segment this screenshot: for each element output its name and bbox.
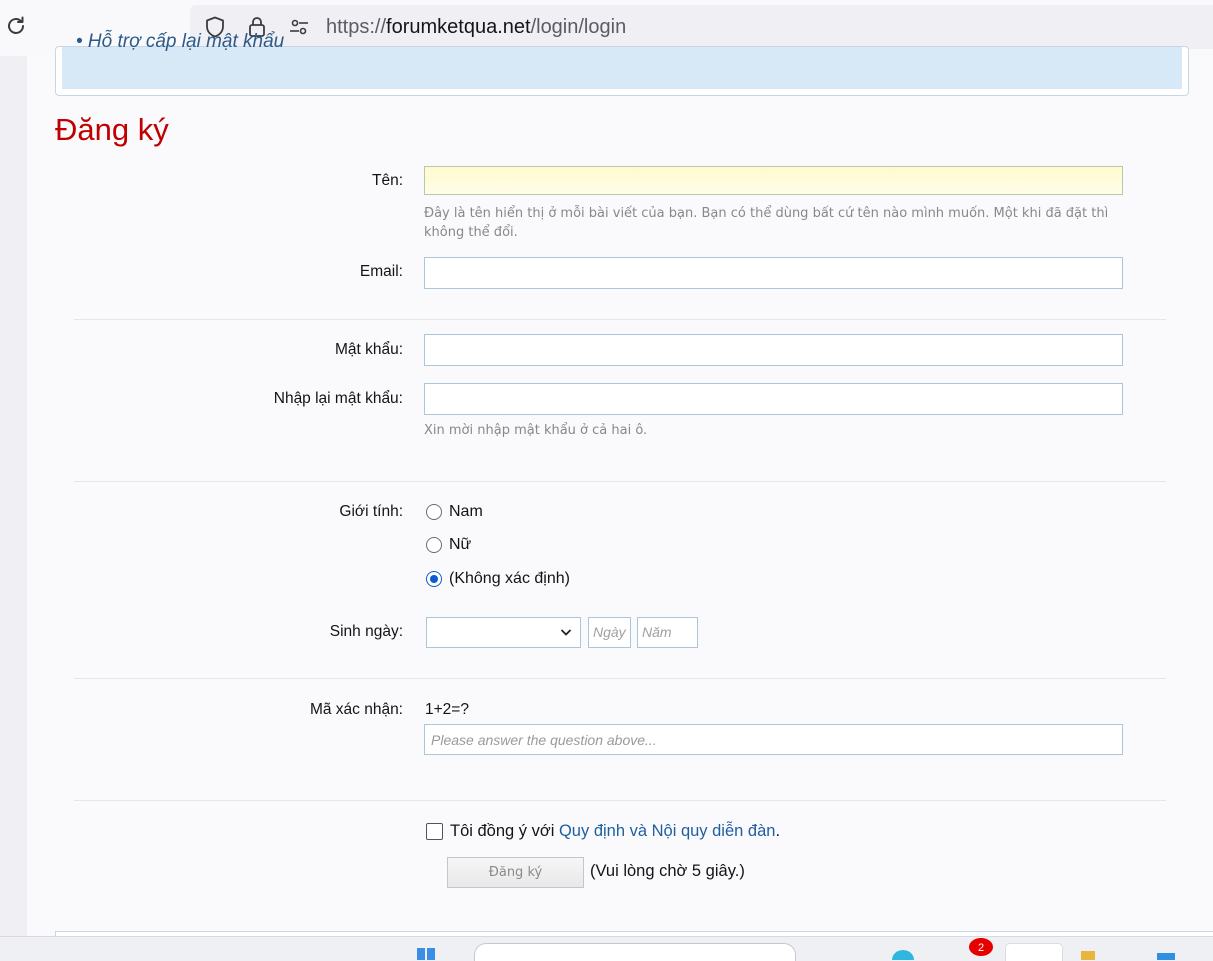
dob-day-input[interactable]: Ngày xyxy=(588,617,631,648)
gender-option-female[interactable]: Nữ xyxy=(426,534,471,556)
divider xyxy=(74,481,1166,482)
chevron-down-icon xyxy=(560,629,572,636)
rules-link[interactable]: Quy định và Nội quy diễn đàn xyxy=(559,822,775,841)
gender-option-label: Nam xyxy=(449,503,483,520)
name-input[interactable] xyxy=(424,166,1123,195)
agree-checkbox[interactable] xyxy=(426,823,443,840)
folder-icon[interactable] xyxy=(1080,943,1096,960)
radio-male[interactable] xyxy=(426,504,442,520)
wait-notice: (Vui lòng chờ 5 giây.) xyxy=(590,862,745,880)
password-confirm-label: Nhập lại mật khẩu: xyxy=(273,390,403,407)
name-hint: Đây là tên hiển thị ở mỗi bài viết của b… xyxy=(424,206,1109,240)
gender-option-label: (Không xác định) xyxy=(449,570,570,587)
page-viewport: • Hỗ trợ cấp lại mật khẩu Đăng ký Tên: Đ… xyxy=(0,31,1213,938)
dob-month-select[interactable] xyxy=(426,617,581,648)
url-path: /login/login xyxy=(530,16,627,38)
email-label: Email: xyxy=(359,263,403,280)
start-icon[interactable] xyxy=(416,943,436,960)
agree-suffix: . xyxy=(775,822,781,840)
permissions-icon[interactable] xyxy=(287,15,311,39)
store-icon[interactable] xyxy=(1155,943,1177,960)
dob-label: Sinh ngày: xyxy=(329,623,403,640)
agree-prefix: Tôi đồng ý với xyxy=(450,822,555,840)
captcha-input[interactable] xyxy=(424,724,1123,755)
gender-label: Giới tính: xyxy=(339,503,403,520)
gender-option-male[interactable]: Nam xyxy=(426,501,483,523)
captcha-label: Mã xác nhận: xyxy=(309,701,403,718)
password-hint: Xin mời nhập mật khẩu ở cả hai ô. xyxy=(424,423,648,438)
captcha-question: 1+2=? xyxy=(425,701,469,718)
edge-icon[interactable] xyxy=(890,943,916,960)
address-bar[interactable]: https://forumketqua.net/login/login xyxy=(190,5,1213,49)
name-label: Tên: xyxy=(371,172,403,189)
main-content: • Hỗ trợ cấp lại mật khẩu Đăng ký Tên: Đ… xyxy=(27,31,1213,938)
divider xyxy=(74,319,1166,320)
register-button[interactable]: Đăng ký xyxy=(447,857,584,888)
taskbar: 2 xyxy=(0,936,1213,961)
password-confirm-input[interactable] xyxy=(424,383,1123,415)
url-text[interactable]: https://forumketqua.net/login/login xyxy=(326,16,626,39)
taskbar-app-active[interactable] xyxy=(1005,943,1063,961)
password-label: Mật khẩu: xyxy=(334,341,403,358)
divider xyxy=(74,800,1166,801)
reload-icon[interactable] xyxy=(4,14,28,38)
gender-option-unspecified[interactable]: (Không xác định) xyxy=(426,568,570,590)
email-input[interactable] xyxy=(424,257,1123,289)
password-recovery-link[interactable]: • Hỗ trợ cấp lại mật khẩu xyxy=(76,31,284,53)
notification-badge[interactable]: 2 xyxy=(969,938,993,956)
gender-option-label: Nữ xyxy=(449,536,472,553)
taskbar-search[interactable] xyxy=(474,943,796,961)
radio-unspecified[interactable] xyxy=(426,571,442,587)
url-scheme: https:// xyxy=(326,16,387,38)
page-title: Đăng ký xyxy=(55,112,169,147)
divider xyxy=(74,678,1166,679)
login-help-box: • Hỗ trợ cấp lại mật khẩu xyxy=(55,31,1189,96)
agree-row: Tôi đồng ý với Quy định và Nội quy diễn … xyxy=(426,822,780,841)
dob-year-input[interactable]: Năm xyxy=(637,617,698,648)
login-help-inner: • Hỗ trợ cấp lại mật khẩu xyxy=(62,31,1182,89)
radio-female[interactable] xyxy=(426,537,442,553)
password-input[interactable] xyxy=(424,334,1123,366)
url-host: forumketqua.net xyxy=(386,16,531,38)
